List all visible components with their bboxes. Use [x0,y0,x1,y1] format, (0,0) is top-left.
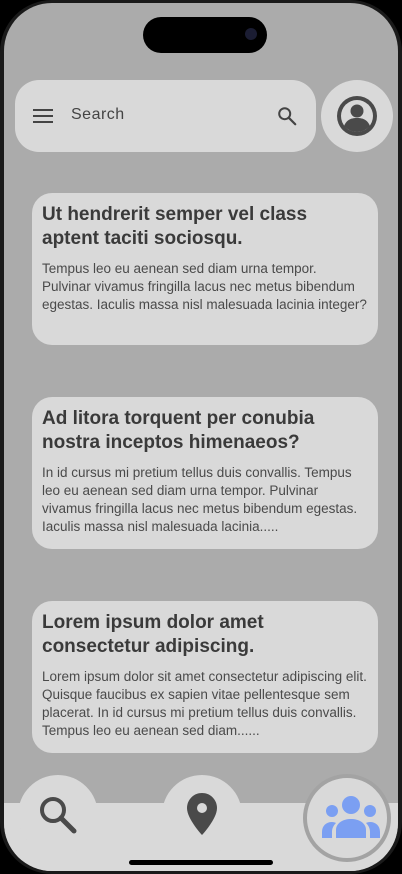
groups-icon [322,796,380,838]
post-card[interactable]: Ad litora torquent per conubia nostra in… [32,397,378,549]
post-card[interactable]: Lorem ipsum dolor amet consectetur adipi… [32,601,378,753]
nav-groups-button[interactable] [303,774,391,862]
card-body: Tempus leo eu aenean sed diam urna tempo… [42,261,367,312]
account-circle-icon [337,96,377,136]
dynamic-island [143,17,267,53]
camera-icon [245,28,257,40]
post-card[interactable]: Ut hendrerit semper vel class aptent tac… [32,193,378,345]
card-body: Lorem ipsum dolor sit amet consectetur a… [42,669,367,738]
card-body: In id cursus mi pretium tellus duis conv… [42,465,358,534]
location-pin-icon [187,793,217,835]
magnifier-icon[interactable] [276,105,298,127]
search-bar[interactable]: Search [15,80,316,152]
card-title: Ad litora torquent per conubia nostra in… [42,408,315,453]
search-icon [40,797,77,834]
card-title: Ut hendrerit semper vel class aptent tac… [42,204,308,249]
card-title: Lorem ipsum dolor amet consectetur adipi… [42,612,264,657]
app-screen: Search Ut hendrerit semper vel class apt… [4,3,398,871]
phone-frame: Search Ut hendrerit semper vel class apt… [0,0,402,874]
nav-location-button[interactable] [162,775,242,855]
hamburger-menu-icon[interactable] [33,107,53,125]
search-input[interactable]: Search [71,106,125,124]
profile-button[interactable] [321,80,393,152]
nav-search-button[interactable] [18,775,98,855]
home-indicator[interactable] [129,860,273,865]
